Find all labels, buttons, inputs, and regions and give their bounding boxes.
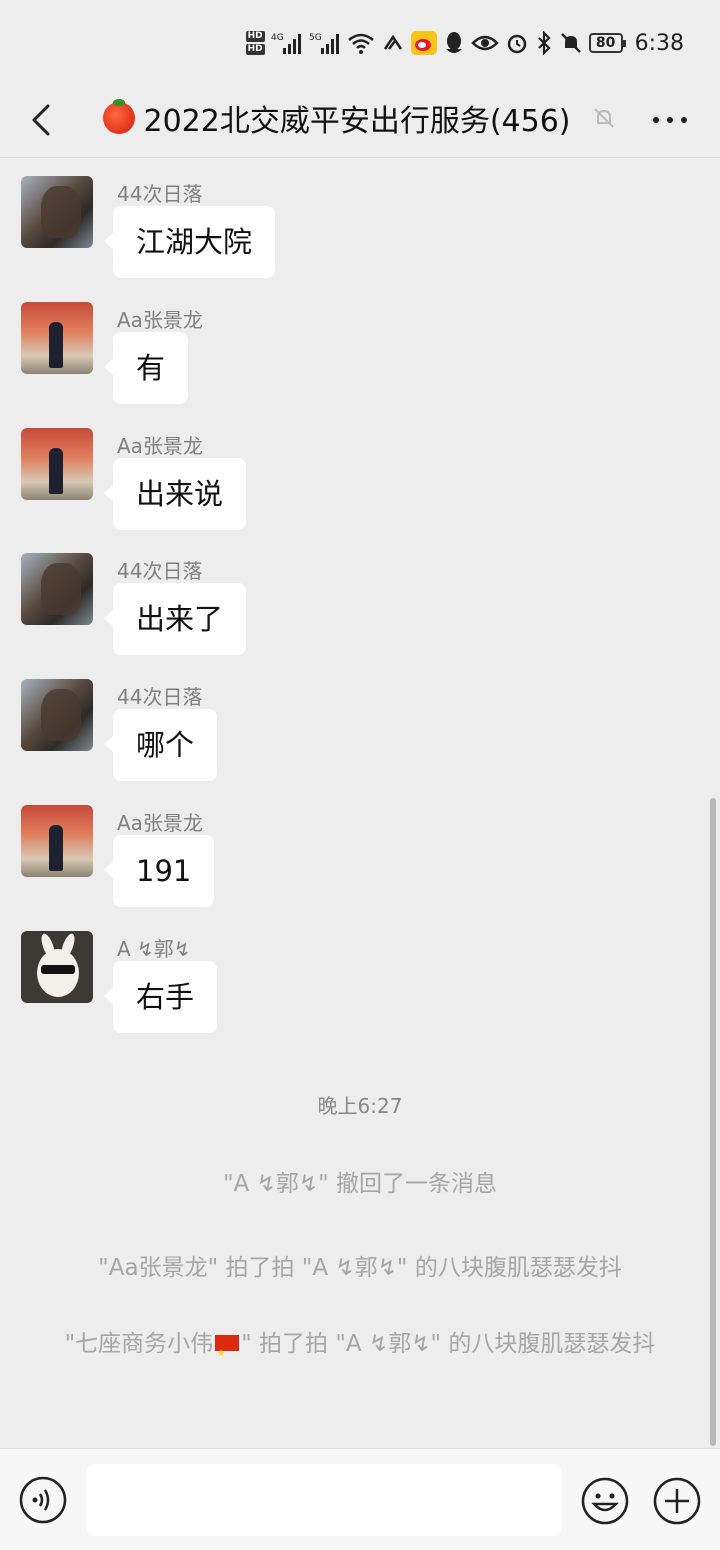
- more-functions-icon[interactable]: [652, 1476, 702, 1526]
- signal-4g-icon: 4G: [271, 29, 303, 57]
- system-note-suffix: " 拍了拍 "A ↯郭↯" 的八块腹肌瑟瑟发抖: [241, 1331, 656, 1357]
- status-time: 6:38: [634, 30, 684, 56]
- message-bubble[interactable]: 江湖大院: [103, 206, 276, 278]
- qq-icon: [443, 29, 465, 57]
- signal-4g-label: 4G: [271, 33, 284, 43]
- avatar[interactable]: [21, 428, 93, 500]
- mute-notification-icon: [559, 29, 583, 57]
- message-bubble[interactable]: 哪个: [103, 709, 218, 781]
- bluetooth-icon: [535, 29, 553, 57]
- message-item: 44次日落 出来了: [0, 535, 720, 655]
- avatar[interactable]: [21, 553, 93, 625]
- message-item: A ↯郭↯ 右手: [0, 913, 720, 1033]
- message-item: Aa张景龙 191: [0, 787, 720, 907]
- system-note-pat-2: "七座商务小伟 " 拍了拍 "A ↯郭↯" 的八块腹肌瑟瑟发抖: [50, 1321, 670, 1377]
- signal-5g-icon: 5G: [309, 29, 341, 57]
- status-bar: HD HD 4G 5G 80 6:38: [0, 0, 720, 86]
- wifi-icon: [347, 29, 375, 57]
- message-list[interactable]: 44次日落 江湖大院 Aa张景龙 有 Aa张景龙 出来说 44次日落 出来了 4…: [0, 158, 720, 1448]
- sender-name: 44次日落: [117, 182, 203, 206]
- message-item: Aa张景龙 出来说: [0, 410, 720, 530]
- weibo-icon: [410, 29, 437, 57]
- sender-name: Aa张景龙: [117, 811, 203, 835]
- message-item: Aa张景龙 有: [0, 284, 720, 404]
- eye-icon: [470, 29, 499, 57]
- system-note-pat: "Aa张景龙" 拍了拍 "A ↯郭↯" 的八块腹肌瑟瑟发抖: [98, 1255, 622, 1281]
- avatar[interactable]: [21, 176, 93, 248]
- sender-name: 44次日落: [117, 559, 203, 583]
- hd-badge-2: HD: [245, 44, 265, 55]
- message-bubble[interactable]: 191: [103, 835, 215, 907]
- alarm-icon: [505, 29, 529, 57]
- message-item: 44次日落 哪个: [0, 661, 720, 781]
- tomato-emoji: [103, 99, 136, 134]
- message-item: 44次日落 江湖大院: [0, 158, 720, 278]
- input-bar: [0, 1448, 720, 1550]
- voice-input-icon[interactable]: [19, 1476, 67, 1524]
- message-bubble[interactable]: 右手: [103, 961, 218, 1033]
- more-icon[interactable]: [650, 108, 690, 132]
- system-timestamp: 晚上6:27: [317, 1094, 403, 1118]
- chat-header: 2022北交威平安出行服务(456): [0, 86, 720, 158]
- avatar[interactable]: [21, 931, 93, 1003]
- hd-badge-1: HD: [245, 31, 265, 42]
- avatar[interactable]: [21, 679, 93, 751]
- sender-name: A ↯郭↯: [117, 937, 191, 961]
- system-note-recall: "A ↯郭↯" 撤回了一条消息: [222, 1171, 498, 1197]
- avatar[interactable]: [21, 805, 93, 877]
- scrollbar[interactable]: [710, 798, 716, 1446]
- message-bubble[interactable]: 出来了: [103, 583, 247, 655]
- sender-name: Aa张景龙: [117, 308, 203, 332]
- header-title-group: 2022北交威平安出行服务(456): [0, 96, 720, 140]
- sender-name: Aa张景龙: [117, 434, 203, 458]
- hd-badges: HD HD: [245, 31, 265, 55]
- message-bubble[interactable]: 出来说: [103, 458, 247, 530]
- message-bubble[interactable]: 有: [103, 332, 189, 404]
- battery-indicator: 80: [588, 33, 626, 53]
- system-note-prefix: "七座商务小伟: [64, 1331, 214, 1357]
- emoji-icon[interactable]: [580, 1476, 630, 1526]
- china-flag-emoji: [215, 1331, 240, 1377]
- mute-bell-icon: [593, 108, 614, 128]
- group-title: 2022北交威平安出行服务(456): [143, 104, 571, 139]
- signal-5g-label: 5G: [309, 33, 322, 43]
- message-input[interactable]: [87, 1464, 561, 1536]
- nfc-icon: [381, 29, 405, 57]
- sender-name: 44次日落: [117, 685, 203, 709]
- avatar[interactable]: [21, 302, 93, 374]
